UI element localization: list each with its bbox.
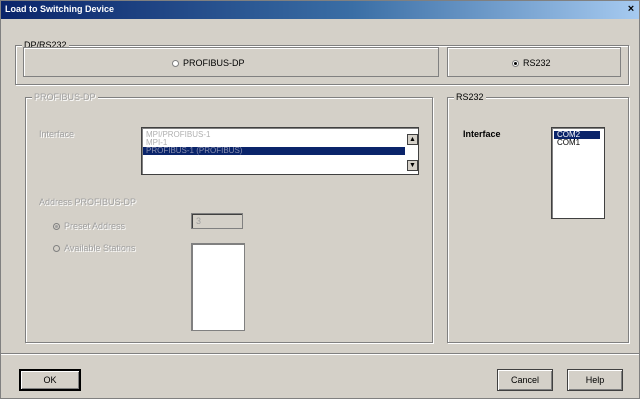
scroll-up-icon[interactable]: ▲ bbox=[407, 134, 418, 145]
radio-checked-icon bbox=[53, 222, 60, 230]
rs232-label: RS232 bbox=[523, 58, 551, 68]
list-item[interactable]: MPI-1 bbox=[143, 139, 405, 147]
available-stations-label: Available Stations bbox=[64, 243, 136, 253]
close-icon[interactable]: × bbox=[625, 3, 637, 16]
radio-unchecked-icon bbox=[172, 59, 179, 67]
list-item-selected[interactable]: COM2 bbox=[554, 131, 600, 139]
load-to-switching-device-dialog: Load to Switching Device × DP/RS232 PROF… bbox=[0, 0, 640, 399]
profibus-interface-label: Interface bbox=[39, 129, 75, 139]
available-stations-list[interactable] bbox=[191, 243, 245, 331]
preset-address-value: 3 bbox=[196, 216, 202, 226]
address-profibus-dp-label: Address PROFIBUS-DP bbox=[39, 197, 137, 207]
preset-address-field[interactable]: 3 bbox=[191, 213, 243, 229]
rs232-radio[interactable]: RS232 bbox=[512, 58, 551, 68]
window-title: Load to Switching Device bbox=[5, 4, 115, 14]
button-separator bbox=[1, 353, 639, 355]
profibus-segment[interactable]: PROFIBUS-DP bbox=[23, 47, 439, 77]
list-item-selected[interactable]: PROFIBUS-1 (PROFIBUS) bbox=[143, 147, 405, 155]
title-bar: Load to Switching Device × bbox=[1, 1, 639, 19]
preset-address-label: Preset Address bbox=[64, 221, 126, 231]
list-item[interactable]: COM1 bbox=[554, 139, 600, 147]
rs232-segment[interactable]: RS232 bbox=[447, 47, 621, 77]
cancel-button[interactable]: Cancel bbox=[497, 369, 553, 391]
radio-checked-icon bbox=[512, 59, 519, 67]
preset-address-radio[interactable]: Preset Address bbox=[53, 221, 125, 231]
profibus-dp-label: PROFIBUS-DP bbox=[183, 58, 245, 68]
rs232-interface-label: Interface bbox=[463, 129, 501, 139]
available-stations-radio[interactable]: Available Stations bbox=[53, 243, 135, 253]
list-item[interactable]: MPI/PROFIBUS-1 bbox=[143, 131, 405, 139]
rs232-group-legend: RS232 bbox=[454, 92, 486, 102]
com-port-list[interactable]: COM2 COM1 bbox=[551, 127, 605, 219]
ok-button[interactable]: OK bbox=[19, 369, 81, 391]
profibus-dp-group-legend: PROFIBUS-DP bbox=[32, 92, 98, 102]
profibus-interface-list[interactable]: MPI/PROFIBUS-1 MPI-1 PROFIBUS-1 (PROFIBU… bbox=[141, 127, 419, 175]
radio-unchecked-icon bbox=[53, 244, 60, 252]
scroll-down-icon[interactable]: ▼ bbox=[407, 160, 418, 171]
help-button[interactable]: Help bbox=[567, 369, 623, 391]
profibus-dp-radio[interactable]: PROFIBUS-DP bbox=[172, 58, 245, 68]
